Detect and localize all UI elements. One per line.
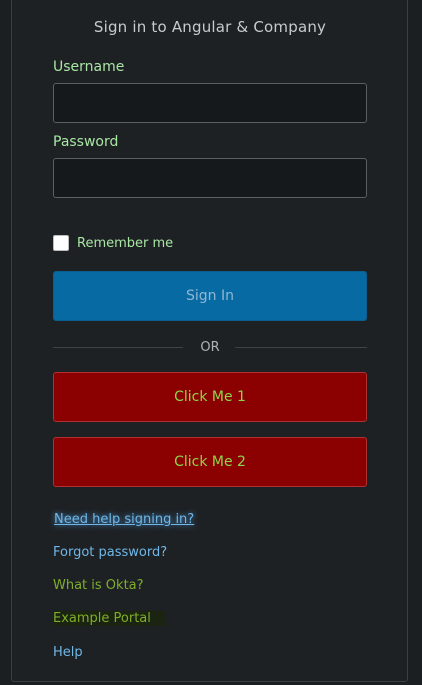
click-me-2-button[interactable]: Click Me 2 [53, 437, 367, 487]
forgot-password-link[interactable]: Forgot password? [53, 545, 167, 560]
what-is-okta-link[interactable]: What is Okta? [53, 578, 144, 593]
click-me-1-label: Click Me 1 [174, 389, 246, 405]
sign-in-button-label: Sign In [186, 288, 234, 304]
remember-me-label[interactable]: Remember me [77, 236, 173, 251]
page-title: Sign in to Angular & Company [93, 18, 327, 36]
help-link[interactable]: Help [53, 645, 83, 660]
need-help-link[interactable]: Need help signing in? [53, 512, 195, 527]
divider-line-right [235, 347, 367, 348]
password-input[interactable] [53, 158, 367, 198]
username-label: Username [53, 59, 125, 75]
password-label: Password [53, 134, 119, 150]
click-me-2-label: Click Me 2 [174, 454, 246, 470]
remember-me-checkbox[interactable] [53, 235, 69, 251]
example-portal-link[interactable]: Example Portal [53, 611, 165, 626]
username-input[interactable] [53, 83, 367, 123]
click-me-1-button[interactable]: Click Me 1 [53, 372, 367, 422]
or-divider: OR [53, 340, 367, 355]
sign-in-button[interactable]: Sign In [53, 271, 367, 321]
remember-me-row[interactable]: Remember me [53, 234, 173, 252]
